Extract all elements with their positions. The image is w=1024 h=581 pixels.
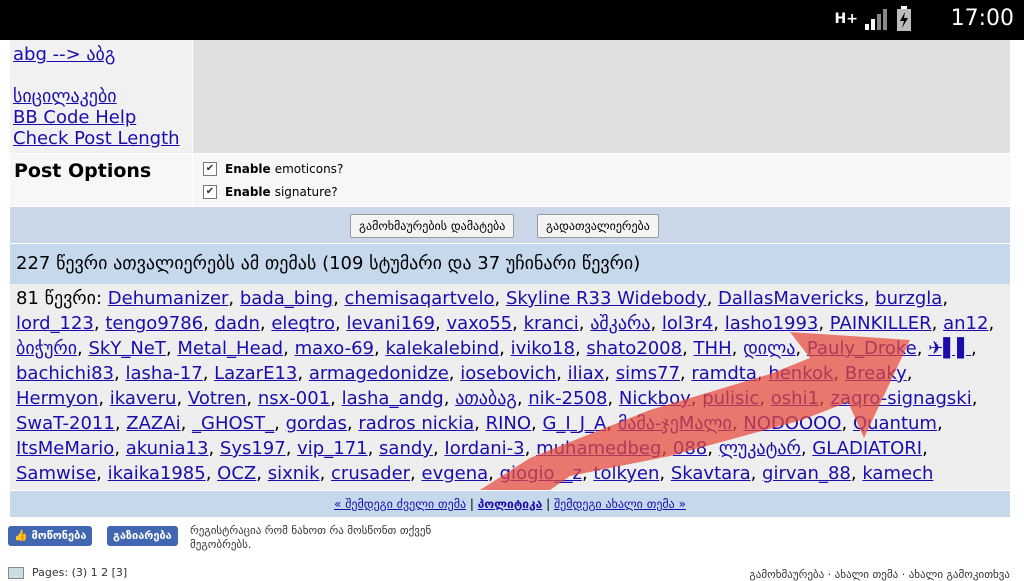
facebook-like-button[interactable]: 👍 მოწონება	[8, 526, 93, 546]
clock: 17:00	[950, 6, 1014, 31]
status-bar: H+ 17:00	[0, 0, 1024, 40]
like-label: მოწონება	[31, 529, 87, 542]
thumbs-up-icon: 👍	[14, 529, 28, 542]
emoticons-option-label: emoticons?	[274, 162, 344, 176]
post-options-label-cell: Post Options	[10, 154, 192, 206]
signature-option-bold: Enable	[225, 185, 271, 199]
social-row: 👍 მოწონება გაზიარება რეგისტრაცია რომ ნახ…	[8, 524, 1018, 556]
battery-icon	[897, 6, 911, 31]
post-options-title: Post Options	[14, 160, 152, 182]
add-reply-button[interactable]: გამოხმაურების დამატება	[350, 214, 515, 238]
thread-navigation: « შემდეგი ძველი თემა | პოლიტიკა | შემდეგ…	[10, 491, 1010, 517]
signature-option-label: signature?	[274, 185, 338, 199]
status-icons: H+	[835, 6, 912, 32]
translit-link[interactable]: abg --> აბგ	[13, 44, 115, 65]
emoticons-option[interactable]: ✔ Enable emoticons?	[203, 162, 343, 176]
red-arrow-annotation	[480, 332, 910, 490]
pages-icon	[8, 567, 24, 579]
post-options-panel: ✔ Enable emoticons? ✔ Enable signature?	[193, 154, 1010, 206]
forum-section-link[interactable]: პოლიტიკა	[478, 497, 543, 511]
emoticons-option-bold: Enable	[225, 162, 271, 176]
editor-area	[193, 40, 1010, 153]
smilies-link[interactable]: სიცილაკები	[13, 86, 117, 107]
pagination: Pages: (3) 1 2 [3]	[8, 566, 127, 579]
submit-buttons-row: გამოხმაურების დამატება გადათვალიერება	[10, 207, 1010, 243]
signature-checkbox[interactable]: ✔	[203, 185, 217, 199]
editor-links-panel: abg --> აბგ სიცილაკები BB Code Help Chec…	[10, 40, 192, 153]
pages-label[interactable]: Pages: (3) 1 2 [3]	[32, 566, 127, 579]
emoticons-checkbox[interactable]: ✔	[203, 162, 217, 176]
viewers-header: 227 წევრი ათვალიერებს ამ თემას (109 სტუმ…	[10, 244, 1010, 284]
forum-page: abg --> აბგ სიცილაკები BB Code Help Chec…	[0, 40, 1024, 581]
facebook-register-text: რეგისტრაცია რომ ნახოთ რა მოსწონთ თქვენ მ…	[190, 524, 432, 551]
next-thread-link[interactable]: შემდეგი ახალი თემა »	[554, 497, 686, 511]
check-post-length-link[interactable]: Check Post Length	[13, 128, 180, 149]
viewers-count: 227 წევრი ათვალიერებს ამ თემას (109 სტუმ…	[16, 253, 641, 274]
facebook-share-button[interactable]: გაზიარება	[107, 526, 178, 546]
viewers-list-panel: 81 წევრი: Dehumanizer, bada_bing, chemis…	[10, 284, 1010, 490]
signature-option[interactable]: ✔ Enable signature?	[203, 185, 338, 199]
bottom-actions[interactable]: გამოხმაურება · ახალი თემა · ახალი გამოკი…	[749, 568, 1010, 581]
bbcode-help-link[interactable]: BB Code Help	[13, 107, 136, 128]
network-type-label: H+	[834, 10, 858, 27]
previous-thread-link[interactable]: « შემდეგი ძველი თემა	[334, 497, 466, 511]
preview-button[interactable]: გადათვალიერება	[537, 214, 659, 238]
signal-icon	[865, 9, 887, 30]
